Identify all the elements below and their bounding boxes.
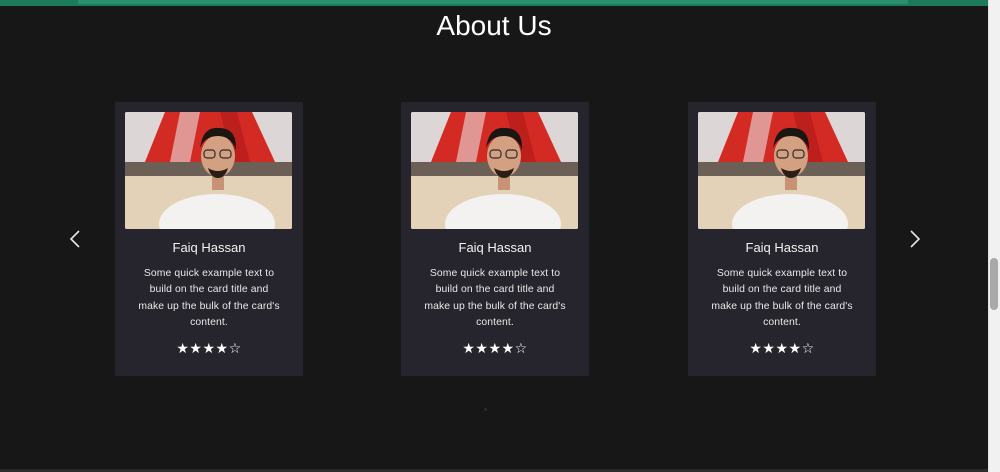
- profile-photo-image: [411, 112, 578, 229]
- card-text: Some quick example text to build on the …: [424, 268, 566, 328]
- profile-photo: [125, 112, 292, 229]
- card-title: Faiq Hassan: [745, 240, 819, 255]
- profile-card: Faiq Hassan Some quick example text to b…: [688, 102, 876, 376]
- top-accent-bar-inner: [78, 0, 908, 4]
- card-title: Faiq Hassan: [458, 240, 532, 255]
- profile-photo: [698, 112, 865, 229]
- profile-card: Faiq Hassan Some quick example text to b…: [401, 102, 589, 376]
- carousel-prev-button[interactable]: [60, 224, 90, 254]
- top-accent-bar: [0, 0, 1000, 6]
- profile-photo: [411, 112, 578, 229]
- chevron-left-icon: [69, 230, 80, 248]
- page-title: About Us: [436, 10, 552, 41]
- scrollbar-thumb[interactable]: [990, 258, 998, 310]
- card-text: Some quick example text to build on the …: [138, 268, 280, 328]
- profile-photo-image: [698, 112, 865, 229]
- star-rating: ★★★★☆: [462, 340, 528, 356]
- profile-photo-image: [125, 112, 292, 229]
- card-text: Some quick example text to build on the …: [711, 268, 853, 328]
- card-title: Faiq Hassan: [172, 240, 246, 255]
- carousel-next-button[interactable]: [900, 224, 930, 254]
- profile-card: Faiq Hassan Some quick example text to b…: [115, 102, 303, 376]
- chevron-right-icon: [910, 230, 921, 248]
- star-rating: ★★★★☆: [749, 340, 815, 356]
- carousel-indicator[interactable]: [484, 408, 487, 411]
- scrollbar-track[interactable]: [988, 0, 1000, 472]
- star-rating: ★★★★☆: [176, 340, 242, 356]
